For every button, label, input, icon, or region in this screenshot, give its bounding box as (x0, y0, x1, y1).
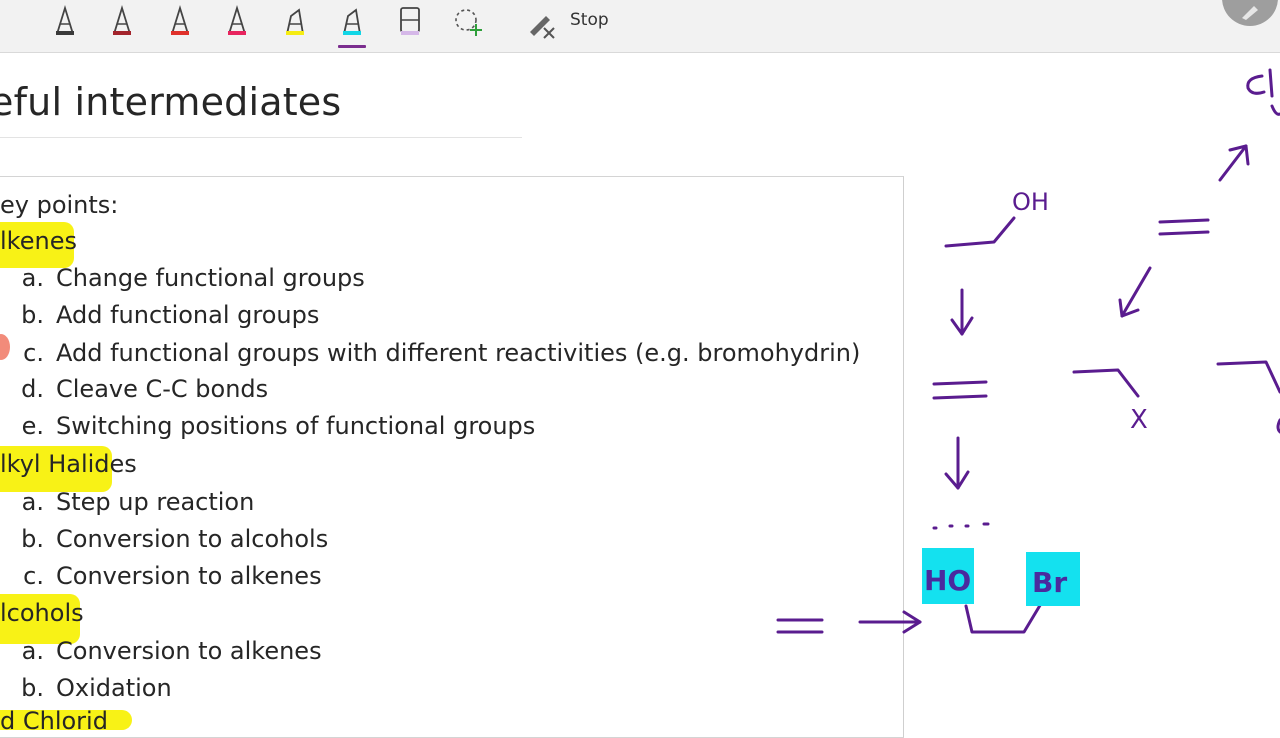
ink-stroke (1218, 144, 1248, 182)
ink-annotations: OH X HO Br (776, 68, 1280, 634)
ink-stroke (1158, 230, 1210, 236)
ink-stroke (932, 522, 990, 530)
ink-label-ho: HO (924, 564, 971, 597)
ink-label-x: X (1130, 405, 1148, 435)
ink-stroke (1246, 74, 1266, 95)
ink-stroke (932, 394, 988, 400)
ink-stroke (1268, 68, 1274, 98)
ink-stroke (1270, 104, 1280, 116)
ink-stroke (944, 216, 1016, 248)
ink-stroke (1072, 368, 1140, 398)
ink-stroke (964, 600, 1044, 634)
ink-stroke (1216, 360, 1280, 394)
ink-stroke (1120, 266, 1152, 318)
ink-label-br: Br (1032, 566, 1067, 599)
ink-label-oh: OH (1012, 188, 1049, 216)
ink-stroke (932, 380, 988, 386)
ink-stroke (1158, 218, 1210, 224)
